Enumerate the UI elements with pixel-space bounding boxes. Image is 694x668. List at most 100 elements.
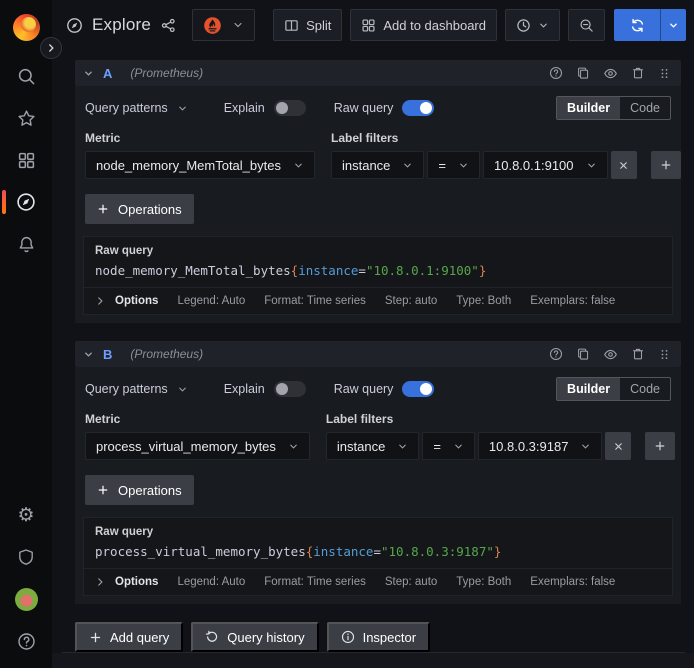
sidebar-item-search[interactable] — [6, 55, 46, 97]
raw-query-toggle[interactable] — [402, 381, 434, 397]
sidebar-item-alerting[interactable] — [6, 223, 46, 265]
filter-label-select[interactable]: instance — [326, 432, 419, 460]
query-patterns-label: Query patterns — [85, 101, 168, 115]
raw-query-toggle[interactable] — [402, 100, 434, 116]
inspector-label: Inspector — [363, 630, 416, 645]
info-icon — [341, 630, 355, 644]
filter-value-select[interactable]: 10.8.0.1:9100 — [483, 151, 608, 179]
query-row-header[interactable]: B (Prometheus) — [75, 341, 681, 367]
inspector-button[interactable]: Inspector — [327, 622, 430, 652]
query-editor-b: B (Prometheus) — [75, 341, 681, 604]
sidebar-item-profile[interactable] — [6, 578, 46, 620]
query-ref-id[interactable]: A — [103, 66, 112, 81]
collapse-chevron-icon[interactable] — [83, 68, 94, 79]
query-help-icon[interactable] — [549, 347, 563, 361]
sidebar-expand-button[interactable] — [40, 37, 62, 59]
filter-operator-select[interactable]: = — [427, 151, 480, 179]
options-row[interactable]: Options Legend: Auto Format: Time series… — [84, 287, 672, 314]
duplicate-query-icon[interactable] — [576, 66, 590, 80]
query-ref-id[interactable]: B — [103, 347, 112, 362]
promql-equals: = — [358, 263, 366, 278]
filter-label-value: instance — [337, 439, 385, 454]
metric-select-value: node_memory_MemTotal_bytes — [96, 158, 281, 173]
operations-button[interactable]: Operations — [85, 194, 194, 224]
query-editor-toolbar: Query patterns Explain Raw query Builder… — [83, 94, 673, 122]
remove-query-trash-icon[interactable] — [631, 66, 645, 80]
remove-filter-button[interactable] — [611, 151, 637, 179]
options-label: Options — [115, 576, 158, 588]
explain-toggle[interactable] — [274, 100, 306, 116]
hide-query-eye-icon[interactable] — [603, 347, 618, 362]
query-patterns-button[interactable]: Query patterns — [85, 101, 188, 115]
options-label: Options — [115, 295, 158, 307]
filter-operator-select[interactable]: = — [422, 432, 475, 460]
run-query-dropdown[interactable] — [660, 9, 686, 41]
shield-icon — [17, 548, 35, 566]
sidebar-item-explore[interactable] — [6, 181, 46, 223]
query-row-actions — [549, 66, 671, 81]
raw-query-toggle-group: Raw query — [334, 100, 435, 116]
query-row-header[interactable]: A (Prometheus) — [75, 60, 681, 86]
history-icon — [205, 630, 219, 644]
raw-query-code: node_memory_MemTotal_bytes{instance="10.… — [95, 263, 661, 278]
filter-label-select[interactable]: instance — [331, 151, 424, 179]
promql-label: instance — [313, 544, 373, 559]
remove-filter-button[interactable] — [605, 432, 631, 460]
collapse-chevron-icon[interactable] — [83, 349, 94, 360]
builder-tab[interactable]: Builder — [557, 97, 620, 119]
metric-select[interactable]: node_memory_MemTotal_bytes — [85, 151, 315, 179]
drag-handle-icon[interactable] — [658, 67, 671, 80]
filter-label-value: instance — [342, 158, 390, 173]
chevron-down-icon — [397, 441, 408, 452]
query-fields: Metric process_virtual_memory_bytes Labe… — [83, 412, 673, 460]
chevron-down-icon — [232, 19, 244, 31]
raw-query-preview: Raw query process_virtual_memory_bytes{i… — [84, 518, 672, 568]
explain-label: Explain — [224, 382, 265, 396]
sidebar-item-server-admin[interactable] — [6, 536, 46, 578]
add-query-label: Add query — [110, 630, 169, 645]
label-filters-label: Label filters — [331, 131, 681, 145]
add-query-button[interactable]: Add query — [75, 622, 183, 652]
promql-metric: node_memory_MemTotal_bytes — [95, 263, 291, 278]
hide-query-eye-icon[interactable] — [603, 66, 618, 81]
grafana-logo[interactable] — [13, 14, 40, 41]
metric-select[interactable]: process_virtual_memory_bytes — [85, 432, 310, 460]
topbar: Explore Split Add to dashboard — [52, 0, 694, 50]
query-help-icon[interactable] — [549, 66, 563, 80]
query-patterns-button[interactable]: Query patterns — [85, 382, 188, 396]
explain-toggle[interactable] — [274, 381, 306, 397]
options-row[interactable]: Options Legend: Auto Format: Time series… — [84, 568, 672, 595]
bell-icon — [17, 235, 36, 254]
split-button[interactable]: Split — [273, 9, 342, 41]
remove-query-trash-icon[interactable] — [631, 347, 645, 361]
operations-button[interactable]: Operations — [85, 475, 194, 505]
share-icon[interactable] — [161, 18, 176, 33]
sidebar-item-help[interactable] — [6, 620, 46, 662]
drag-handle-icon[interactable] — [658, 348, 671, 361]
query-row-actions — [549, 347, 671, 362]
sidebar-item-starred[interactable] — [6, 97, 46, 139]
time-picker-button[interactable] — [505, 9, 560, 41]
datasource-picker[interactable] — [192, 9, 255, 41]
add-filter-button[interactable] — [651, 151, 681, 179]
filter-value-select[interactable]: 10.8.0.3:9187 — [478, 432, 603, 460]
query-datasource-hint: (Prometheus) — [130, 347, 203, 361]
compass-icon — [16, 192, 36, 212]
add-filter-button[interactable] — [645, 432, 675, 460]
page-title: Explore — [92, 15, 151, 35]
add-to-dashboard-button[interactable]: Add to dashboard — [350, 9, 497, 41]
sidebar-item-settings[interactable]: ⚙ — [6, 494, 46, 536]
zoom-out-button[interactable] — [568, 9, 605, 41]
apps-icon — [361, 18, 376, 33]
plus-icon — [97, 203, 109, 215]
code-tab[interactable]: Code — [620, 97, 670, 119]
plus-icon — [97, 484, 109, 496]
sidebar-item-dashboards[interactable] — [6, 139, 46, 181]
run-query-button[interactable] — [614, 9, 660, 41]
metric-field: Metric node_memory_MemTotal_bytes — [85, 131, 315, 179]
query-history-button[interactable]: Query history — [191, 622, 318, 652]
code-tab[interactable]: Code — [620, 378, 670, 400]
builder-tab[interactable]: Builder — [557, 378, 620, 400]
option-exemplars: Exemplars: false — [530, 295, 615, 307]
duplicate-query-icon[interactable] — [576, 347, 590, 361]
